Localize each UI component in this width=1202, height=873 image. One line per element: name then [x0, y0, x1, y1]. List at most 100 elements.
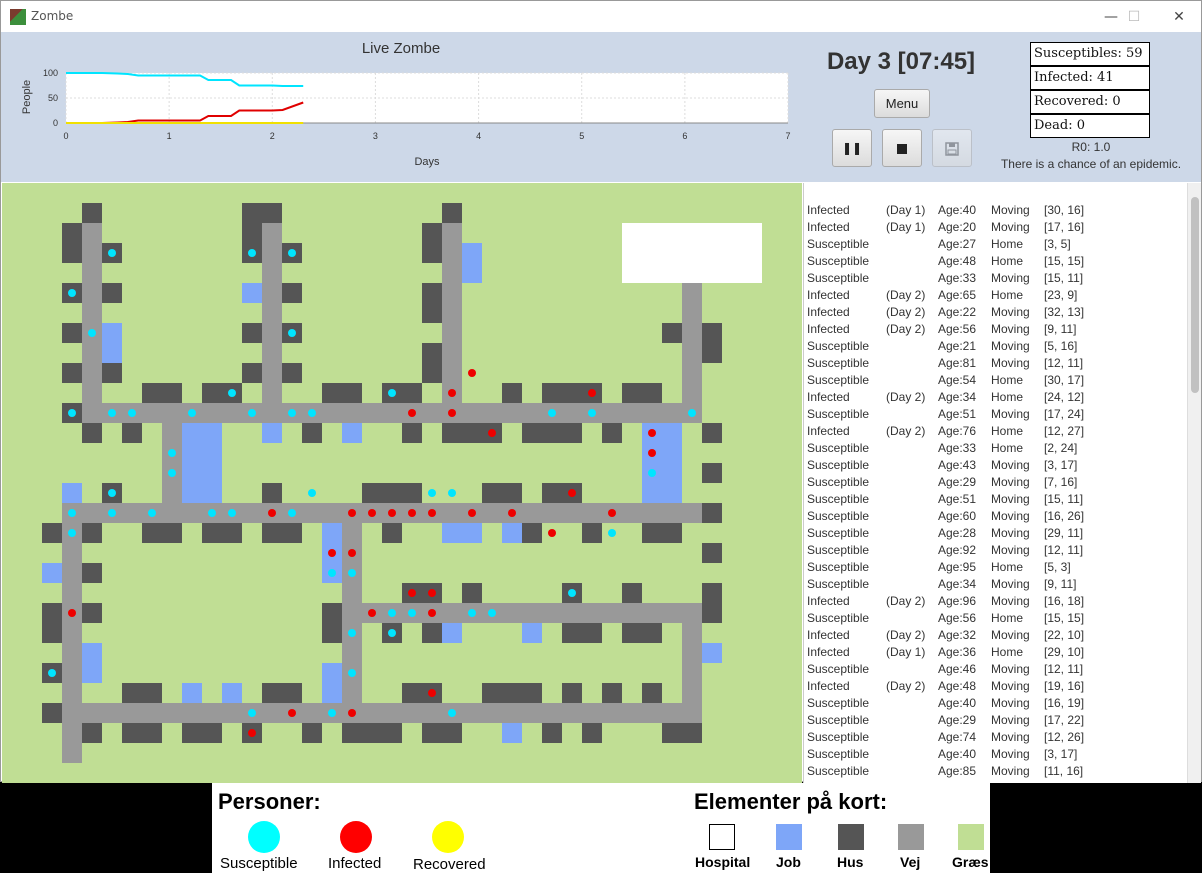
infected-person	[508, 509, 516, 517]
house-tile	[162, 523, 182, 543]
log-position: [3, 17]	[1044, 458, 1078, 472]
log-activity: Moving	[991, 475, 1030, 489]
log-row[interactable]: Infected (Day 2) Age:96 Moving [16, 18]	[804, 592, 1188, 609]
log-row[interactable]: Susceptible Age:29 Moving [17, 22]	[804, 711, 1188, 728]
log-row[interactable]: Susceptible Age:81 Moving [12, 11]	[804, 354, 1188, 371]
log-age: Age:56	[938, 322, 977, 336]
house-tile	[582, 523, 602, 543]
log-row[interactable]: Infected (Day 2) Age:56 Moving [9, 11]	[804, 320, 1188, 337]
log-row[interactable]: Susceptible Age:95 Home [5, 3]	[804, 558, 1188, 575]
log-row[interactable]: Susceptible Age:56 Home [15, 15]	[804, 609, 1188, 626]
scroll-thumb[interactable]	[1191, 197, 1199, 393]
person-log-list[interactable]: Infected (Day 1) Age:40 Moving [30, 16] Infec…	[803, 183, 1201, 783]
log-row[interactable]: Susceptible Age:33 Home [2, 24]	[804, 439, 1188, 456]
log-row[interactable]: Susceptible Age:40 Moving [3, 17]	[804, 745, 1188, 762]
log-row[interactable]: Infected (Day 1) Age:40 Moving [30, 16]	[804, 201, 1188, 218]
log-row[interactable]: Infected (Day 2) Age:76 Home [12, 27]	[804, 422, 1188, 439]
log-infected-day: (Day 2)	[886, 424, 926, 438]
house-tile	[562, 383, 582, 403]
log-position: [30, 17]	[1044, 373, 1085, 387]
close-button[interactable]: ✕	[1159, 5, 1199, 29]
susceptible-person	[168, 449, 176, 457]
infected-person	[408, 409, 416, 417]
house-legend-swatch	[838, 824, 864, 850]
log-status: Susceptible	[807, 611, 870, 625]
hospital-legend-label: Hospital	[695, 854, 751, 870]
log-row[interactable]: Infected (Day 2) Age:32 Moving [22, 10]	[804, 626, 1188, 643]
house-tile	[422, 343, 442, 363]
stop-button[interactable]	[882, 129, 922, 167]
infected-person	[548, 529, 556, 537]
house-tile	[702, 583, 722, 603]
log-row[interactable]: Susceptible Age:74 Moving [12, 26]	[804, 728, 1188, 745]
log-row[interactable]: Susceptible Age:46 Moving [12, 11]	[804, 660, 1188, 677]
susceptible-person	[328, 569, 336, 577]
log-activity: Home	[991, 390, 1024, 404]
infected-legend-label: Infected	[328, 855, 382, 872]
log-row[interactable]: Susceptible Age:27 Home [3, 5]	[804, 235, 1188, 252]
susceptible-person	[388, 629, 396, 637]
log-row[interactable]: Susceptible Age:48 Home [15, 15]	[804, 252, 1188, 269]
log-infected-day: (Day 2)	[886, 594, 926, 608]
log-row[interactable]: Susceptible Age:43 Moving [3, 17]	[804, 456, 1188, 473]
log-row[interactable]: Susceptible Age:33 Moving [15, 11]	[804, 269, 1188, 286]
infected-person	[348, 549, 356, 557]
log-row[interactable]: Susceptible Age:21 Moving [5, 16]	[804, 337, 1188, 354]
log-position: [7, 16]	[1044, 475, 1078, 489]
log-activity: Home	[991, 254, 1024, 268]
house-tile	[602, 683, 622, 703]
house-tile	[62, 363, 82, 383]
susceptible-person	[108, 249, 116, 257]
log-row[interactable]: Susceptible Age:51 Moving [15, 11]	[804, 490, 1188, 507]
road-tile	[82, 223, 102, 403]
menu-button[interactable]: Menu	[874, 89, 930, 118]
log-activity: Moving	[991, 526, 1030, 540]
log-scrollbar[interactable]	[1187, 183, 1201, 783]
log-row[interactable]: Susceptible Age:29 Moving [7, 16]	[804, 473, 1188, 490]
job-tile	[222, 683, 242, 703]
chart-grid	[65, 72, 789, 124]
house-tile	[82, 423, 102, 443]
pause-button[interactable]: ❚❚	[832, 129, 872, 167]
log-row[interactable]: Susceptible Age:54 Home [30, 17]	[804, 371, 1188, 388]
house-tile	[82, 603, 102, 623]
house-tile	[222, 523, 242, 543]
house-tile	[402, 383, 422, 403]
map-canvas[interactable]	[2, 183, 802, 783]
log-age: Age:34	[938, 390, 977, 404]
house-tile	[422, 243, 442, 263]
maximize-button[interactable]: ☐	[1114, 5, 1154, 29]
log-position: [16, 18]	[1044, 594, 1085, 608]
log-row[interactable]: Susceptible Age:28 Moving [29, 11]	[804, 524, 1188, 541]
grass-legend-label: Græs	[952, 854, 989, 870]
log-row[interactable]: Infected (Day 2) Age:65 Home [23, 9]	[804, 286, 1188, 303]
road-tile	[62, 503, 702, 523]
log-activity: Moving	[991, 458, 1030, 472]
save-button[interactable]	[932, 129, 972, 167]
susceptible-person	[288, 509, 296, 517]
log-row[interactable]: Infected (Day 1) Age:20 Moving [17, 16]	[804, 218, 1188, 235]
log-row[interactable]: Susceptible Age:60 Moving [16, 26]	[804, 507, 1188, 524]
house-tile	[542, 723, 562, 743]
log-row[interactable]: Infected (Day 1) Age:36 Home [29, 10]	[804, 643, 1188, 660]
log-row[interactable]: Susceptible Age:51 Moving [17, 24]	[804, 405, 1188, 422]
log-status: Susceptible	[807, 254, 870, 268]
job-tile	[502, 523, 522, 543]
log-activity: Moving	[991, 356, 1030, 370]
log-row[interactable]: Infected (Day 2) Age:22 Moving [32, 13]	[804, 303, 1188, 320]
epidemic-status: There is a chance of an epidemic.	[1000, 157, 1182, 171]
susceptible-person	[348, 629, 356, 637]
app-window: Zombe — ☐ ✕ Live Zombe 0 1 2 3 4 5 6 7 0 50 100 Pe…	[0, 0, 1202, 783]
log-row[interactable]: Susceptible Age:34 Moving [9, 11]	[804, 575, 1188, 592]
susceptible-person	[488, 609, 496, 617]
susceptible-person	[128, 409, 136, 417]
log-row[interactable]: Infected (Day 2) Age:34 Home [24, 12]	[804, 388, 1188, 405]
log-row[interactable]: Susceptible Age:92 Moving [12, 11]	[804, 541, 1188, 558]
house-tile	[302, 723, 322, 743]
log-row[interactable]: Susceptible Age:40 Moving [16, 19]	[804, 694, 1188, 711]
log-row[interactable]: Infected (Day 2) Age:48 Moving [19, 16]	[804, 677, 1188, 694]
x-tick-label: 7	[785, 131, 790, 141]
simulation-map[interactable]	[2, 183, 802, 783]
log-row[interactable]: Susceptible Age:85 Moving [11, 16]	[804, 762, 1188, 779]
road-tile	[62, 703, 702, 723]
